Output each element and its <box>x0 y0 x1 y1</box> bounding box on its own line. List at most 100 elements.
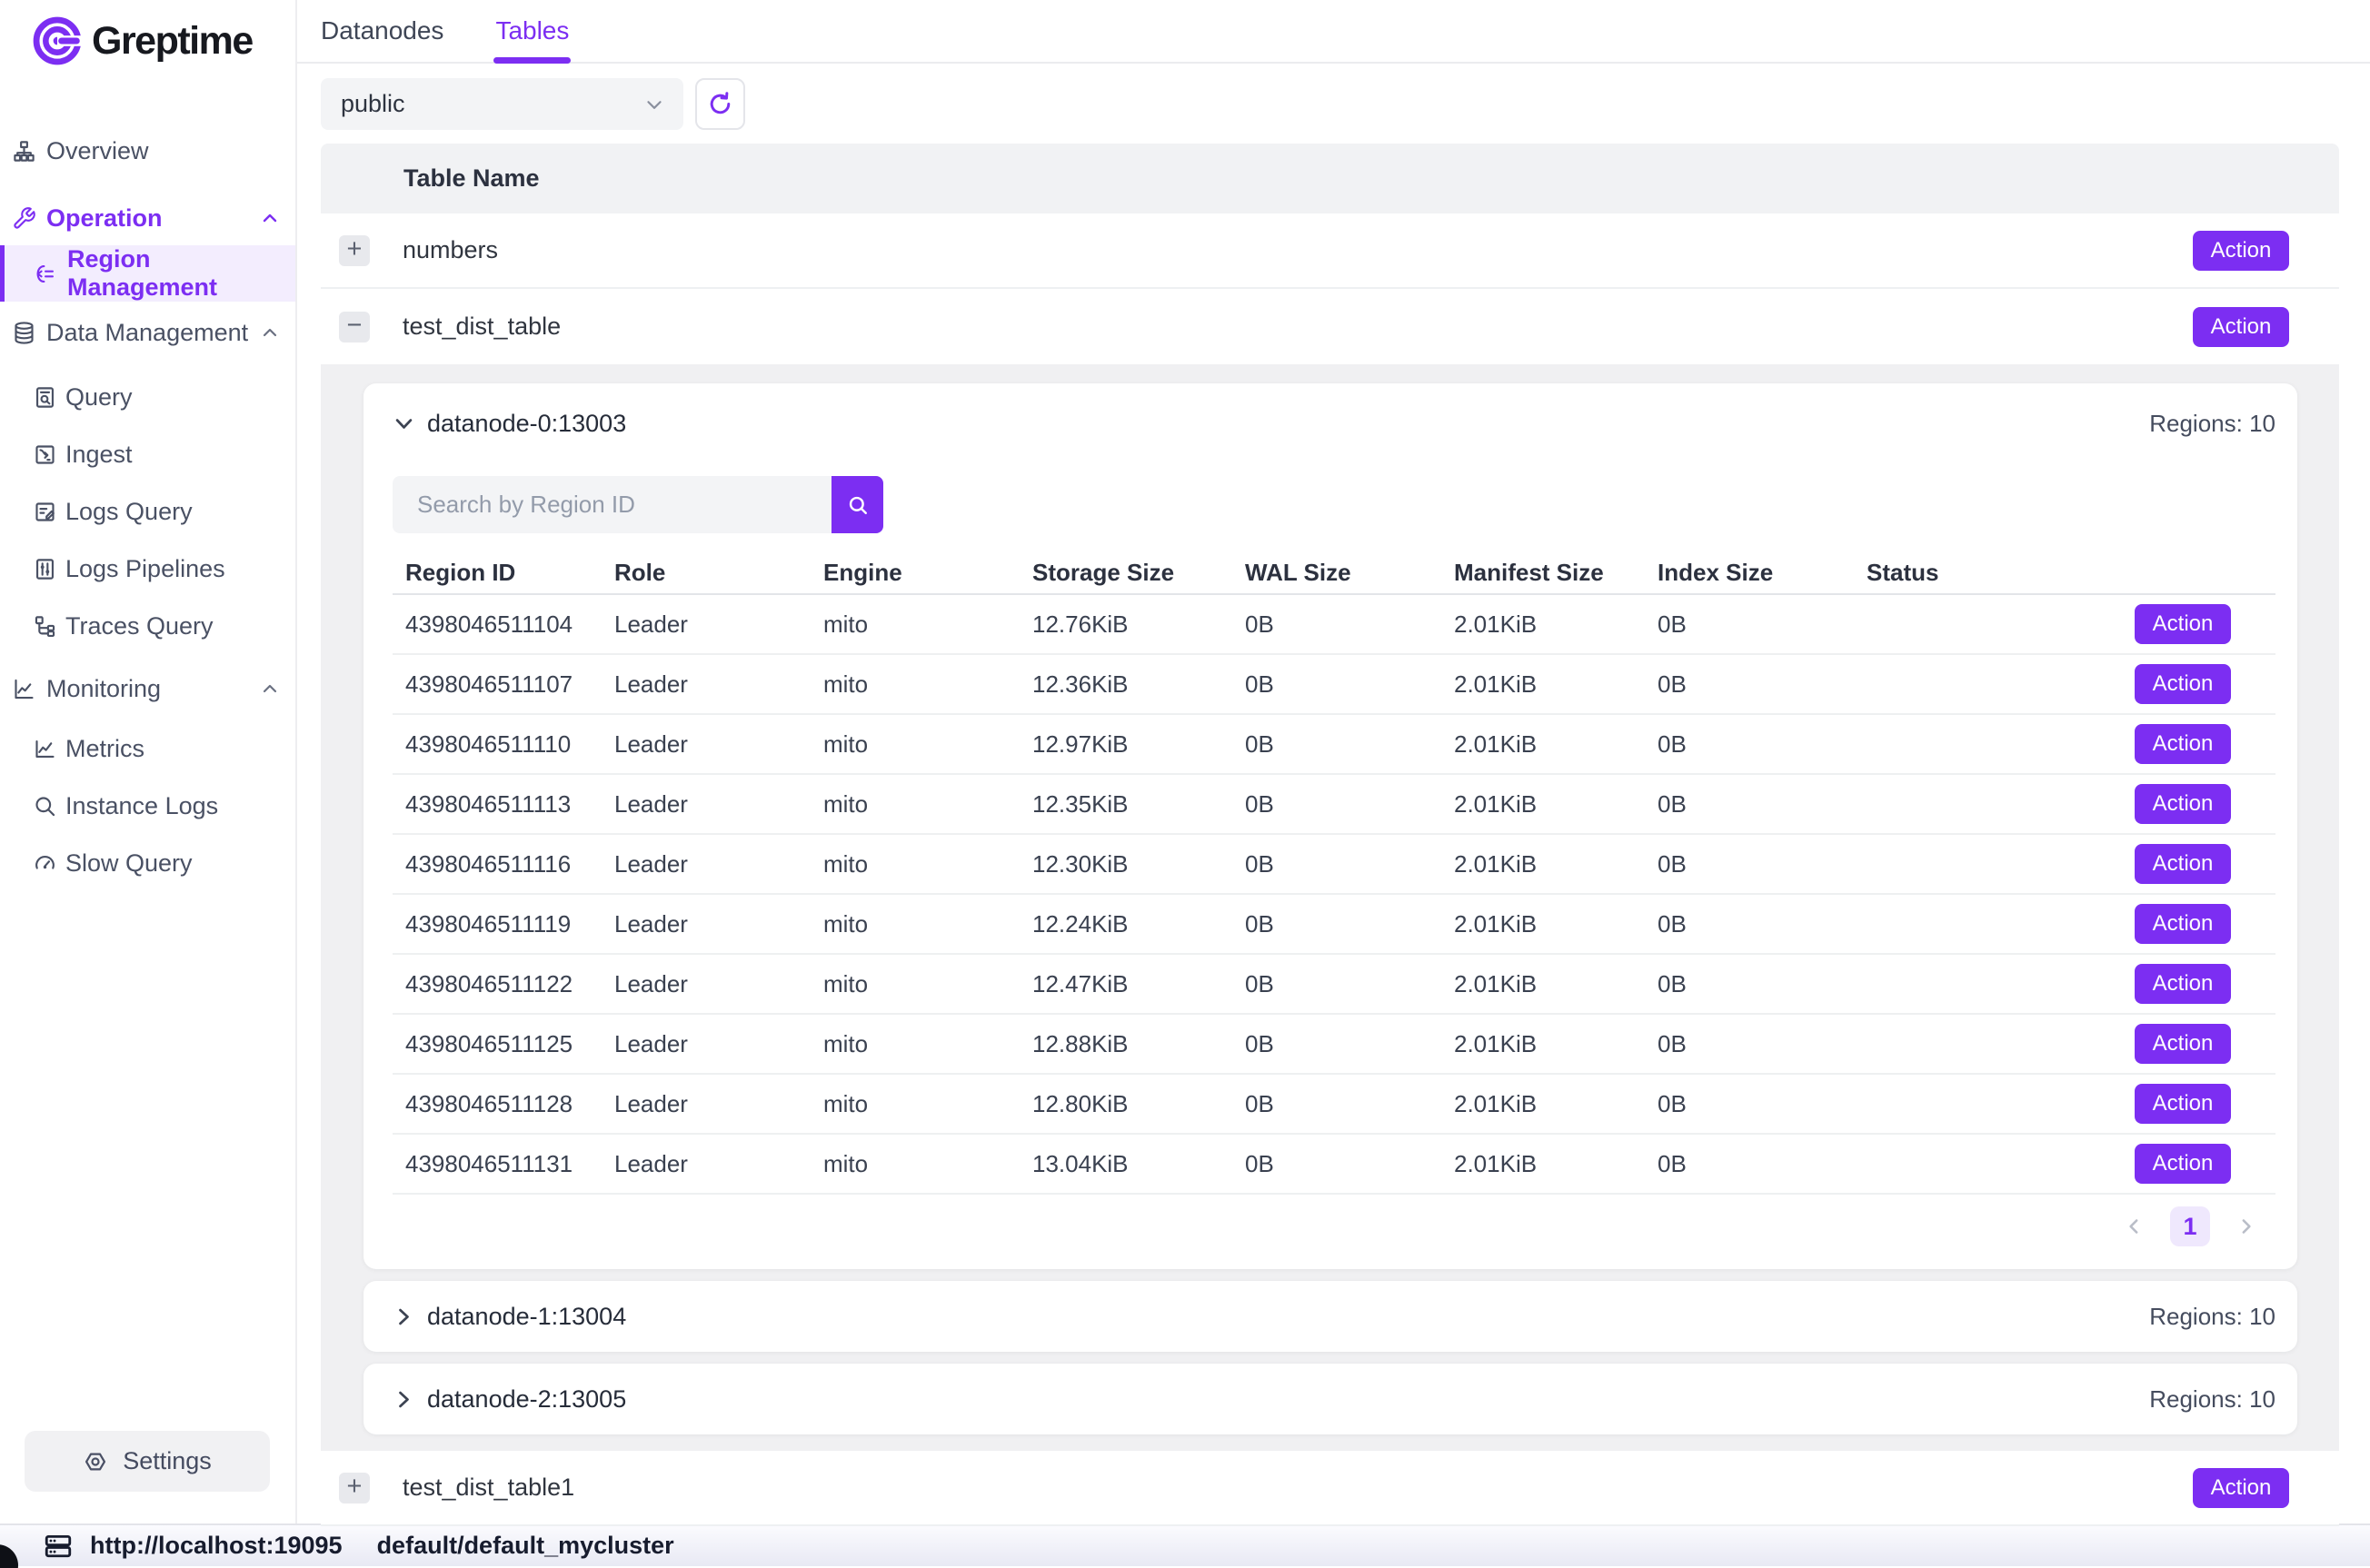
region-wal: 0B <box>1232 910 1441 938</box>
region-manifest: 2.01KiB <box>1441 850 1645 878</box>
sidebar-item-region-management[interactable]: Region Management <box>0 245 295 302</box>
collapse-button[interactable]: − <box>339 312 370 342</box>
action-button[interactable]: Action <box>2193 1468 2289 1508</box>
region-id: 4398046511125 <box>393 1030 602 1058</box>
slow-query-icon <box>33 851 57 876</box>
column-table-name: Table Name <box>403 164 540 193</box>
chevron-down-icon <box>643 94 665 115</box>
action-button[interactable]: Action <box>2135 844 2231 884</box>
action-button[interactable]: Action <box>2135 604 2231 644</box>
action-button[interactable]: Action <box>2135 1084 2231 1124</box>
region-id: 4398046511119 <box>393 910 602 938</box>
chevron-down-icon <box>393 412 415 435</box>
database-icon <box>12 321 36 345</box>
action-button[interactable]: Action <box>2135 904 2231 944</box>
region-manifest: 2.01KiB <box>1441 670 1645 699</box>
datanode-name: datanode-2:13005 <box>427 1385 626 1414</box>
refresh-button[interactable] <box>695 78 745 130</box>
region-id: 4398046511116 <box>393 850 602 878</box>
schema-select-value: public <box>341 90 405 118</box>
ingest-icon <box>33 442 57 467</box>
action-button[interactable]: Action <box>2135 724 2231 764</box>
expand-button[interactable]: + <box>339 1473 370 1503</box>
action-button[interactable]: Action <box>2193 231 2289 271</box>
sidebar-item-logs-pipelines[interactable]: Logs Pipelines <box>0 545 295 592</box>
region-engine: mito <box>811 1150 1020 1178</box>
status-url: http://localhost:19095 <box>90 1532 343 1560</box>
regions-count: Regions: 10 <box>2149 1303 2275 1331</box>
region-manifest: 2.01KiB <box>1441 1150 1645 1178</box>
sidebar-item-slow-query[interactable]: Slow Query <box>0 839 295 887</box>
region-search-input[interactable] <box>393 476 831 533</box>
sidebar-item-label: Operation <box>46 204 163 233</box>
page-number[interactable]: 1 <box>2170 1206 2210 1246</box>
sidebar-item-traces-query[interactable]: Traces Query <box>0 602 295 650</box>
tab-tables[interactable]: Tables <box>495 0 569 62</box>
regions-count: Regions: 10 <box>2149 1385 2275 1414</box>
greptime-logo-icon <box>31 15 84 67</box>
table-row: + test_dist_table1 Action <box>321 1451 2339 1526</box>
settings-button[interactable]: Settings <box>25 1431 270 1492</box>
sidebar-item-operation[interactable]: Operation <box>0 194 295 242</box>
datanode-name: datanode-1:13004 <box>427 1303 626 1331</box>
region-storage: 13.04KiB <box>1020 1150 1232 1178</box>
sidebar-item-monitoring[interactable]: Monitoring <box>0 665 295 712</box>
datanode-card-2[interactable]: datanode-2:13005 Regions: 10 <box>363 1364 2297 1434</box>
tab-datanodes[interactable]: Datanodes <box>321 0 443 62</box>
sidebar-item-label: Data Management <box>46 319 248 347</box>
tables-table: Table Name + numbers Action − test_dist_… <box>321 144 2339 1526</box>
action-button[interactable]: Action <box>2135 964 2231 1004</box>
action-button[interactable]: Action <box>2135 784 2231 824</box>
region-management-icon <box>33 262 57 286</box>
region-row: 4398046511107 Leader mito 12.36KiB 0B 2.… <box>393 655 2275 715</box>
sidebar-item-logs-query[interactable]: Logs Query <box>0 488 295 535</box>
page-next-icon[interactable] <box>2234 1215 2257 1238</box>
region-row: 4398046511110 Leader mito 12.97KiB 0B 2.… <box>393 715 2275 775</box>
sidebar-item-ingest[interactable]: Ingest <box>0 431 295 478</box>
region-storage: 12.36KiB <box>1020 670 1232 699</box>
datanode-0-header[interactable]: datanode-0:13003 Regions: 10 <box>393 409 2275 438</box>
expand-button[interactable]: + <box>339 235 370 266</box>
sidebar-item-label: Slow Query <box>65 849 193 878</box>
sidebar-item-metrics[interactable]: Metrics <box>0 725 295 772</box>
action-button[interactable]: Action <box>2193 307 2289 347</box>
datanode-card-0: datanode-0:13003 Regions: 10 <box>363 383 2297 1269</box>
sidebar-item-data-management[interactable]: Data Management <box>0 309 295 356</box>
region-id: 4398046511128 <box>393 1090 602 1118</box>
brand-logo: Greptime <box>0 0 295 67</box>
region-table-header: Region ID Role Engine Storage Size WAL S… <box>393 551 2275 595</box>
sidebar-item-query[interactable]: Query <box>0 373 295 421</box>
toolbar: public <box>321 78 2370 130</box>
sidebar-item-label: Ingest <box>65 441 133 469</box>
sidebar-item-label: Query <box>65 383 133 412</box>
region-wal: 0B <box>1232 790 1441 819</box>
action-button[interactable]: Action <box>2135 664 2231 704</box>
page-prev-icon[interactable] <box>2123 1215 2146 1238</box>
region-wal: 0B <box>1232 1090 1441 1118</box>
metrics-icon <box>33 737 57 761</box>
region-engine: mito <box>811 850 1020 878</box>
region-row: 4398046511131 Leader mito 13.04KiB 0B 2.… <box>393 1135 2275 1195</box>
action-button[interactable]: Action <box>2135 1144 2231 1184</box>
schema-select[interactable]: public <box>321 78 683 130</box>
region-manifest: 2.01KiB <box>1441 730 1645 759</box>
datanode-panel: datanode-0:13003 Regions: 10 <box>321 364 2339 1451</box>
region-wal: 0B <box>1232 1150 1441 1178</box>
region-engine: mito <box>811 790 1020 819</box>
sidebar-item-instance-logs[interactable]: Instance Logs <box>0 782 295 829</box>
region-storage: 12.76KiB <box>1020 610 1232 639</box>
tables-table-header: Table Name <box>321 144 2339 213</box>
search-icon <box>845 492 871 518</box>
sidebar-item-label: Traces Query <box>65 612 214 640</box>
overview-icon <box>12 139 36 164</box>
region-index: 0B <box>1645 790 1854 819</box>
column-manifest-size: Manifest Size <box>1441 559 1645 587</box>
sidebar-item-label: Instance Logs <box>65 792 218 820</box>
region-role: Leader <box>602 1090 811 1118</box>
datanode-card-1[interactable]: datanode-1:13004 Regions: 10 <box>363 1281 2297 1352</box>
region-wal: 0B <box>1232 850 1441 878</box>
sidebar-item-overview[interactable]: Overview <box>0 127 295 174</box>
column-engine: Engine <box>811 559 1020 587</box>
action-button[interactable]: Action <box>2135 1024 2231 1064</box>
search-button[interactable] <box>831 476 883 533</box>
